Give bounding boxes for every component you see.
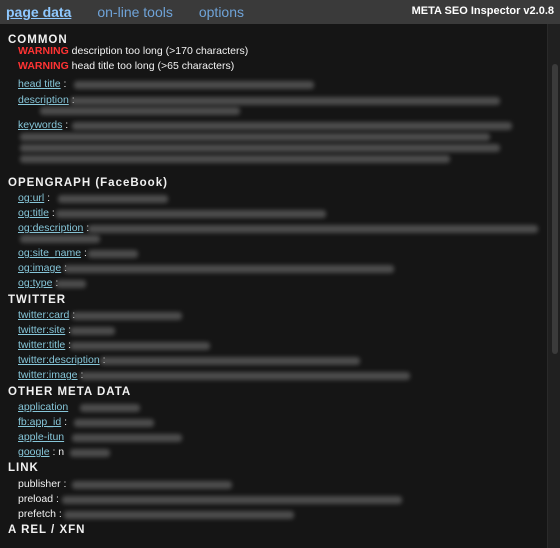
link-row: preload : — [18, 493, 59, 505]
blurred-value — [80, 404, 140, 412]
og-row: og:title : — [18, 207, 55, 219]
other-row: apple-itun — [18, 430, 64, 444]
prefetch-label: prefetch — [18, 508, 56, 520]
warning-text: head title too long (>65 characters) — [71, 60, 235, 72]
warning-label: WARNING — [18, 45, 69, 57]
link-row: publisher : — [18, 478, 67, 490]
publisher-label: publisher — [18, 478, 61, 490]
warning-text: description too long (>170 characters) — [71, 45, 249, 57]
og-row: og:site_name : — [18, 247, 87, 259]
og-row: og:type : — [18, 276, 58, 290]
og-title-label[interactable]: og:title — [18, 207, 49, 219]
blurred-value — [88, 225, 538, 233]
section-twitter: TWITTER — [8, 294, 67, 306]
warning-description: WARNING description too long (>170 chara… — [18, 44, 248, 58]
blurred-value — [72, 481, 232, 489]
blurred-value — [20, 144, 500, 152]
blurred-value — [70, 97, 500, 105]
application-label[interactable]: application — [18, 401, 68, 413]
og-description-label[interactable]: og:description — [18, 222, 83, 234]
blurred-value — [40, 107, 240, 115]
blurred-value — [20, 133, 490, 141]
og-row: og:image : — [18, 261, 67, 275]
blurred-value — [72, 434, 182, 442]
other-row: application — [18, 400, 68, 414]
warning-title: WARNING head title too long (>65 charact… — [18, 59, 234, 73]
blurred-value — [64, 511, 294, 519]
blurred-value — [72, 312, 182, 320]
twitter-row: twitter:image : — [18, 368, 83, 382]
keywords-label[interactable]: keywords — [18, 119, 62, 131]
og-row: og:description : — [18, 222, 90, 234]
section-link: LINK — [8, 462, 39, 474]
og-row: og:url : — [18, 192, 51, 204]
google-value: n — [58, 446, 65, 458]
twitter-image-label[interactable]: twitter:image — [18, 369, 78, 381]
blurred-value — [74, 419, 154, 427]
og-url-label[interactable]: og:url — [18, 192, 44, 204]
blurred-value — [70, 342, 210, 350]
description-label[interactable]: description — [18, 94, 69, 106]
twitter-site-label[interactable]: twitter:site — [18, 324, 65, 336]
app-brand-title: META SEO Inspector v2.0.8 — [411, 5, 554, 17]
keywords-row: keywords : — [18, 119, 69, 131]
google-label[interactable]: google — [18, 446, 50, 458]
blurred-value — [56, 210, 326, 218]
twitter-description-label[interactable]: twitter:description — [18, 354, 100, 366]
blurred-value — [72, 122, 512, 130]
scrollbar-thumb[interactable] — [552, 64, 558, 354]
blurred-value — [56, 280, 86, 288]
og-type-label[interactable]: og:type — [18, 277, 52, 289]
blurred-value — [80, 372, 410, 380]
section-a-rel-xfn: A REL / XFN — [8, 524, 86, 536]
twitter-row: twitter:site : — [18, 324, 72, 336]
tab-online-tools[interactable]: on-line tools — [91, 4, 173, 20]
blurred-value — [20, 155, 450, 163]
og-site-name-label[interactable]: og:site_name — [18, 247, 81, 259]
tab-options[interactable]: options — [193, 4, 244, 20]
apple-itunes-label[interactable]: apple-itun — [18, 431, 64, 443]
blurred-value — [62, 496, 402, 504]
twitter-card-label[interactable]: twitter:card — [18, 309, 69, 321]
tab-page-data[interactable]: page data — [0, 4, 71, 20]
warning-label: WARNING — [18, 60, 69, 72]
blurred-value — [20, 235, 100, 243]
other-row: fb:app_id : — [18, 416, 68, 428]
fb-app-id-label[interactable]: fb:app_id — [18, 416, 61, 428]
blurred-value — [88, 250, 138, 258]
blurred-value — [58, 195, 168, 203]
link-row: prefetch : — [18, 508, 62, 520]
twitter-row: twitter:title : — [18, 339, 72, 351]
head-title-label[interactable]: head title — [18, 78, 61, 90]
preload-label: preload — [18, 493, 54, 505]
blurred-value — [74, 81, 314, 89]
section-opengraph: OPENGRAPH (FaceBook) — [8, 177, 168, 189]
twitter-title-label[interactable]: twitter:title — [18, 339, 65, 351]
other-row: google : n — [18, 446, 65, 458]
description-row: description : — [18, 93, 75, 107]
head-title-row: head title : — [18, 78, 67, 90]
blurred-value — [70, 449, 110, 457]
page-data-panel: COMMON WARNING description too long (>17… — [0, 24, 548, 548]
twitter-row: twitter:description : — [18, 353, 106, 367]
blurred-value — [100, 357, 360, 365]
section-other-meta: OTHER META DATA — [8, 386, 132, 398]
top-bar: page data on-line tools options META SEO… — [0, 0, 560, 24]
blurred-value — [64, 265, 394, 273]
blurred-value — [70, 327, 115, 335]
scrollbar[interactable] — [547, 24, 560, 548]
twitter-row: twitter:card : — [18, 308, 75, 322]
og-image-label[interactable]: og:image — [18, 262, 61, 274]
